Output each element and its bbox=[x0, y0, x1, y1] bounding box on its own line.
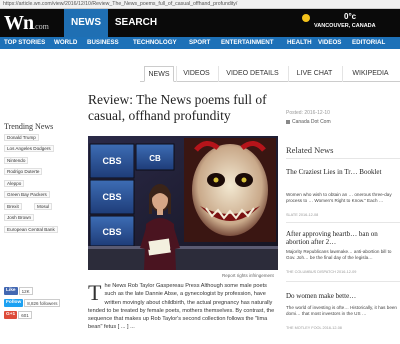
related-headline[interactable]: The Craziest Lies in Tr… Booklet bbox=[286, 168, 400, 176]
temperature: 0°c bbox=[344, 12, 357, 21]
nav-business[interactable]: BUSINESS bbox=[87, 37, 119, 49]
trending-item[interactable]: Donald Trump bbox=[4, 134, 39, 141]
trending-item[interactable]: Los Angeles Dodgers bbox=[4, 145, 54, 152]
tab-live-chat[interactable]: LIVE CHAT bbox=[288, 66, 340, 82]
divider bbox=[286, 158, 400, 159]
nav-entertainment[interactable]: ENTERTAINMENT bbox=[221, 37, 273, 49]
tab-news[interactable]: NEWS bbox=[144, 66, 174, 82]
cb-logo: CB bbox=[149, 154, 161, 163]
trending-item[interactable]: Rodrigo Duterte bbox=[4, 168, 43, 175]
divider bbox=[286, 222, 400, 223]
news-studio-illustration: CBS CBS CBS CB bbox=[88, 136, 278, 270]
related-summary: Women who wish to obtain an … onerous th… bbox=[286, 192, 392, 203]
follower-count: 8,826 followers bbox=[24, 299, 61, 307]
tab-video-details[interactable]: VIDEO DETAILS bbox=[218, 66, 286, 82]
cbs-logo-1: CBS bbox=[102, 156, 121, 166]
like-button[interactable]: Like bbox=[4, 287, 18, 295]
follow-button[interactable]: Follow bbox=[4, 299, 24, 307]
main-nav: TOP STORIES WORLD BUSINESS TECHNOLOGY SP… bbox=[0, 37, 400, 49]
weather-city: VANCOUVER, CANADA bbox=[314, 23, 376, 29]
drop-cap: T bbox=[88, 282, 102, 305]
gplus-count: 601 bbox=[18, 311, 32, 319]
weather-widget[interactable]: 0°c VANCOUVER, CANADA bbox=[300, 12, 396, 34]
trending-item[interactable]: Josh Brown bbox=[4, 214, 35, 221]
news-tab[interactable]: NEWS bbox=[64, 9, 108, 37]
nav-health[interactable]: HEALTH bbox=[287, 37, 312, 49]
nav-videos[interactable]: VIDEOS bbox=[318, 37, 341, 49]
like-count: 12K bbox=[18, 287, 33, 295]
article-image[interactable]: CBS CBS CBS CB bbox=[88, 136, 278, 270]
posted-date: Posted: 2016-12-10 bbox=[286, 110, 330, 116]
article-body: The News Rob Taylor Gaspereau Press Alth… bbox=[88, 282, 280, 344]
related-summary: The world of investing is ofte… Historic… bbox=[286, 305, 397, 316]
cbs-logo-2: CBS bbox=[102, 192, 121, 202]
trending-item[interactable]: Brexit bbox=[4, 203, 22, 210]
trending-item[interactable]: Mosul bbox=[34, 203, 53, 210]
article-tabs: NEWS VIDEOS VIDEO DETAILS LIVE CHAT WIKI… bbox=[140, 66, 400, 82]
related-headline[interactable]: After approving heartb… ban on abortion … bbox=[286, 230, 400, 246]
related-news-title: Related News bbox=[286, 145, 334, 155]
cbs-logo-3: CBS bbox=[102, 227, 121, 237]
twitter-follow[interactable]: Follow 8,826 followers bbox=[4, 299, 61, 308]
related-meta: THE MOTLEY FOOL 2016-12-08 bbox=[286, 326, 342, 330]
google-plus[interactable]: G+1 601 bbox=[4, 311, 32, 320]
article-title: Review: The News poems full of casual, o… bbox=[88, 92, 267, 123]
trending-title: Trending News bbox=[4, 122, 54, 131]
site-logo[interactable]: Wn.com bbox=[4, 12, 49, 34]
nav-editorial[interactable]: EDITORIAL bbox=[352, 37, 385, 49]
sun-icon bbox=[302, 14, 310, 22]
related-headline[interactable]: Do women make bette… bbox=[286, 292, 400, 300]
nav-world[interactable]: WORLD bbox=[54, 37, 77, 49]
related-summary: Majority Republicans lawmake… anti-abort… bbox=[286, 249, 392, 260]
trending-item[interactable]: Nintendo bbox=[4, 157, 29, 164]
related-meta: THE COLUMBUS DISPATCH 2016-12-09 bbox=[286, 270, 357, 274]
trending-item[interactable]: Aleppo bbox=[4, 180, 25, 187]
trending-item[interactable]: European Central Bank bbox=[4, 226, 58, 233]
tab-videos[interactable]: VIDEOS bbox=[176, 66, 216, 82]
gplus-button[interactable]: G+1 bbox=[4, 311, 18, 319]
divider bbox=[286, 281, 400, 282]
nav-sport[interactable]: SPORT bbox=[189, 37, 210, 49]
article-source[interactable]: Canada Dot Com bbox=[286, 119, 331, 125]
trending-item[interactable]: Green Bay Packers bbox=[4, 191, 50, 198]
nav-technology[interactable]: TECHNOLOGY bbox=[133, 37, 177, 49]
search-tab[interactable]: SEARCH bbox=[112, 9, 160, 37]
address-bar[interactable]: https://article.wn.com/view/2016/12/10/R… bbox=[0, 0, 400, 9]
related-meta: SLATE 2016-12-08 bbox=[286, 213, 319, 217]
facebook-like[interactable]: Like 12K bbox=[4, 287, 33, 296]
nav-top-stories[interactable]: TOP STORIES bbox=[4, 37, 45, 49]
image-credit-link[interactable]: Report rights infringement bbox=[222, 273, 274, 278]
source-icon bbox=[286, 119, 290, 124]
article-text: he News Rob Taylor Gaspereau Press Altho… bbox=[88, 283, 275, 331]
tab-wikipedia[interactable]: WIKIPEDIA bbox=[342, 66, 398, 82]
